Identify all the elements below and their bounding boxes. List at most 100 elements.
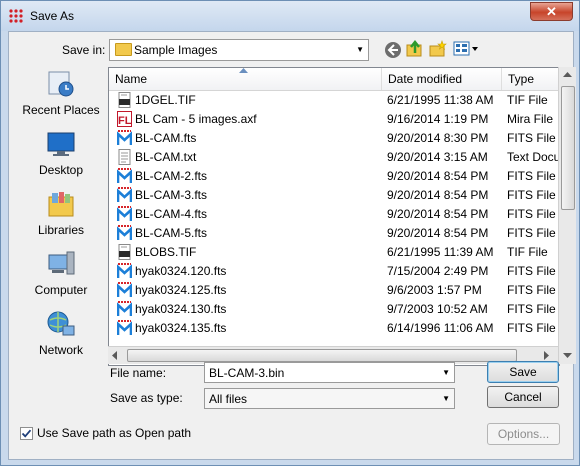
save-in-label: Save in: [62, 43, 106, 57]
chevron-down-icon: ▼ [356, 45, 364, 54]
fits-file-icon [116, 282, 133, 298]
table-row[interactable]: BL-CAM-3.fts 9/20/2014 8:54 PM FITS File [109, 186, 559, 205]
file-name-label: File name: [110, 366, 167, 380]
file-name-cell: BL-CAM-5.fts [135, 226, 208, 240]
new-folder-icon[interactable] [429, 40, 447, 58]
vertical-scrollbar[interactable] [558, 67, 576, 364]
save-as-type-label: Save as type: [110, 391, 183, 405]
file-type-cell: FITS File [507, 188, 556, 202]
use-save-path-checkbox[interactable] [20, 427, 33, 440]
file-type-cell: FITS File [507, 321, 556, 335]
file-type-cell: FITS File [507, 264, 556, 278]
place-desktop[interactable]: Desktop [17, 126, 105, 184]
computer-icon [48, 251, 75, 275]
table-row[interactable]: BL-CAM.txt 9/20/2014 3:15 AM Text Document [109, 148, 559, 167]
file-name-cell: BL-CAM-4.fts [135, 207, 208, 221]
file-name-cell: hyak0324.125.fts [135, 283, 227, 297]
chevron-down-icon: ▼ [442, 394, 450, 403]
chevron-down-icon[interactable]: ▼ [442, 368, 450, 377]
save-as-dialog: Save As ✕ Save in: Sample Images ▼ Recen… [0, 0, 580, 466]
file-type-cell: FITS File [507, 207, 556, 221]
file-date-cell: 9/20/2014 8:54 PM [387, 188, 489, 202]
file-type-cell: TIF File [507, 245, 548, 259]
place-network[interactable]: Network [17, 306, 105, 364]
file-type-cell: Mira File [507, 112, 554, 126]
checkmark-icon [21, 429, 32, 438]
table-row[interactable]: BL-CAM-4.fts 9/20/2014 8:54 PM FITS File [109, 205, 559, 224]
place-label: Libraries [37, 223, 85, 237]
column-type-header[interactable]: Type [502, 68, 559, 90]
place-label: Recent Places [22, 103, 100, 117]
scroll-down-icon[interactable] [563, 353, 572, 359]
column-date-label: Date modified [388, 72, 463, 86]
scroll-left-icon[interactable] [112, 351, 118, 360]
table-row[interactable]: hyak0324.135.fts 6/14/1996 11:06 AM FITS F… [109, 319, 559, 338]
scroll-right-icon[interactable] [544, 351, 550, 360]
file-type-cell: FITS File [507, 226, 556, 240]
place-label: Desktop [38, 163, 84, 177]
save-as-type-dropdown[interactable]: All files ▼ [204, 388, 455, 409]
save-in-dropdown[interactable]: Sample Images ▼ [109, 39, 369, 61]
view-menu-icon[interactable] [453, 40, 479, 58]
options-button[interactable]: Options... [487, 423, 560, 445]
horizontal-scroll-thumb[interactable] [127, 349, 517, 362]
recent-places-icon [48, 71, 74, 97]
table-row[interactable]: hyak0324.130.fts 9/7/2003 10:52 AM FITS Fi… [109, 300, 559, 319]
fits-file-icon [116, 206, 133, 222]
table-row[interactable]: 1DGEL.TIF 6/21/1995 11:38 AM TIF File [109, 91, 559, 110]
file-name-input[interactable]: BL-CAM-3.bin ▼ [204, 362, 455, 383]
file-name-cell: BL-CAM.txt [135, 150, 197, 164]
save-in-value: Sample Images [134, 43, 218, 57]
use-save-path-label: Use Save path as Open path [37, 426, 192, 440]
table-row[interactable]: hyak0324.120.fts 7/15/2004 2:49 PM FITS Fi… [109, 262, 559, 281]
folder-icon [115, 43, 132, 56]
file-name-cell: BL-CAM-2.fts [135, 169, 208, 183]
title-bar[interactable]: Save As ✕ [1, 1, 579, 31]
file-name-cell: hyak0324.120.fts [135, 264, 227, 278]
axf-file-icon: FL [117, 111, 132, 127]
fits-file-icon [116, 187, 133, 203]
fits-file-icon [116, 263, 133, 279]
libraries-icon [48, 192, 74, 217]
file-name-value: BL-CAM-3.bin [209, 366, 285, 380]
dialog-body: Save in: Sample Images ▼ Recent Places D… [8, 31, 576, 460]
file-date-cell: 6/21/1995 11:39 AM [387, 245, 494, 259]
vertical-scroll-thumb[interactable] [561, 86, 575, 210]
back-icon[interactable] [384, 41, 402, 59]
cancel-button[interactable]: Cancel [487, 386, 559, 408]
file-name-cell: hyak0324.130.fts [135, 302, 227, 316]
file-date-cell: 9/20/2014 8:54 PM [387, 207, 489, 221]
txt-file-icon [117, 149, 132, 165]
file-date-cell: 9/6/2003 1:57 PM [387, 283, 482, 297]
close-button[interactable]: ✕ [530, 2, 573, 21]
window-title: Save As [30, 9, 75, 23]
place-recent-places[interactable]: Recent Places [17, 66, 105, 124]
fits-file-icon [116, 168, 133, 184]
file-name-cell: BL-CAM-3.fts [135, 188, 208, 202]
table-row[interactable]: BL-CAM-5.fts 9/20/2014 8:54 PM FITS File [109, 224, 559, 243]
table-row[interactable]: FL BL Cam - 5 images.axf 9/16/2014 1:19 PM… [109, 110, 559, 129]
file-date-cell: 6/21/1995 11:38 AM [387, 93, 494, 107]
file-name-cell: 1DGEL.TIF [135, 93, 196, 107]
column-name-header[interactable]: Name [109, 68, 382, 90]
file-date-cell: 9/20/2014 8:54 PM [387, 169, 489, 183]
close-icon: ✕ [546, 4, 557, 19]
file-list[interactable]: Name Date modified Type 1DGEL.TIF 6/21/19… [108, 67, 560, 366]
up-folder-icon[interactable] [406, 40, 424, 58]
file-type-cell: FITS File [507, 169, 556, 183]
table-row[interactable]: BLOBS.TIF 6/21/1995 11:39 AM TIF File [109, 243, 559, 262]
file-date-cell: 9/16/2014 1:19 PM [387, 112, 489, 126]
file-date-cell: 9/7/2003 10:52 AM [387, 302, 488, 316]
place-computer[interactable]: Computer [17, 246, 105, 304]
column-date-header[interactable]: Date modified [382, 68, 502, 90]
save-button[interactable]: Save [487, 361, 559, 383]
place-libraries[interactable]: Libraries [17, 186, 105, 244]
desktop-icon [47, 132, 75, 156]
scroll-up-icon[interactable] [563, 72, 572, 78]
table-row[interactable]: BL-CAM-2.fts 9/20/2014 8:54 PM FITS File [109, 167, 559, 186]
table-row[interactable]: BL-CAM.fts 9/20/2014 8:30 PM FITS File [109, 129, 559, 148]
table-row[interactable]: hyak0324.125.fts 9/6/2003 1:57 PM FITS Fil… [109, 281, 559, 300]
file-date-cell: 7/15/2004 2:49 PM [387, 264, 489, 278]
place-label: Computer [34, 283, 88, 297]
column-name-label: Name [115, 72, 148, 86]
